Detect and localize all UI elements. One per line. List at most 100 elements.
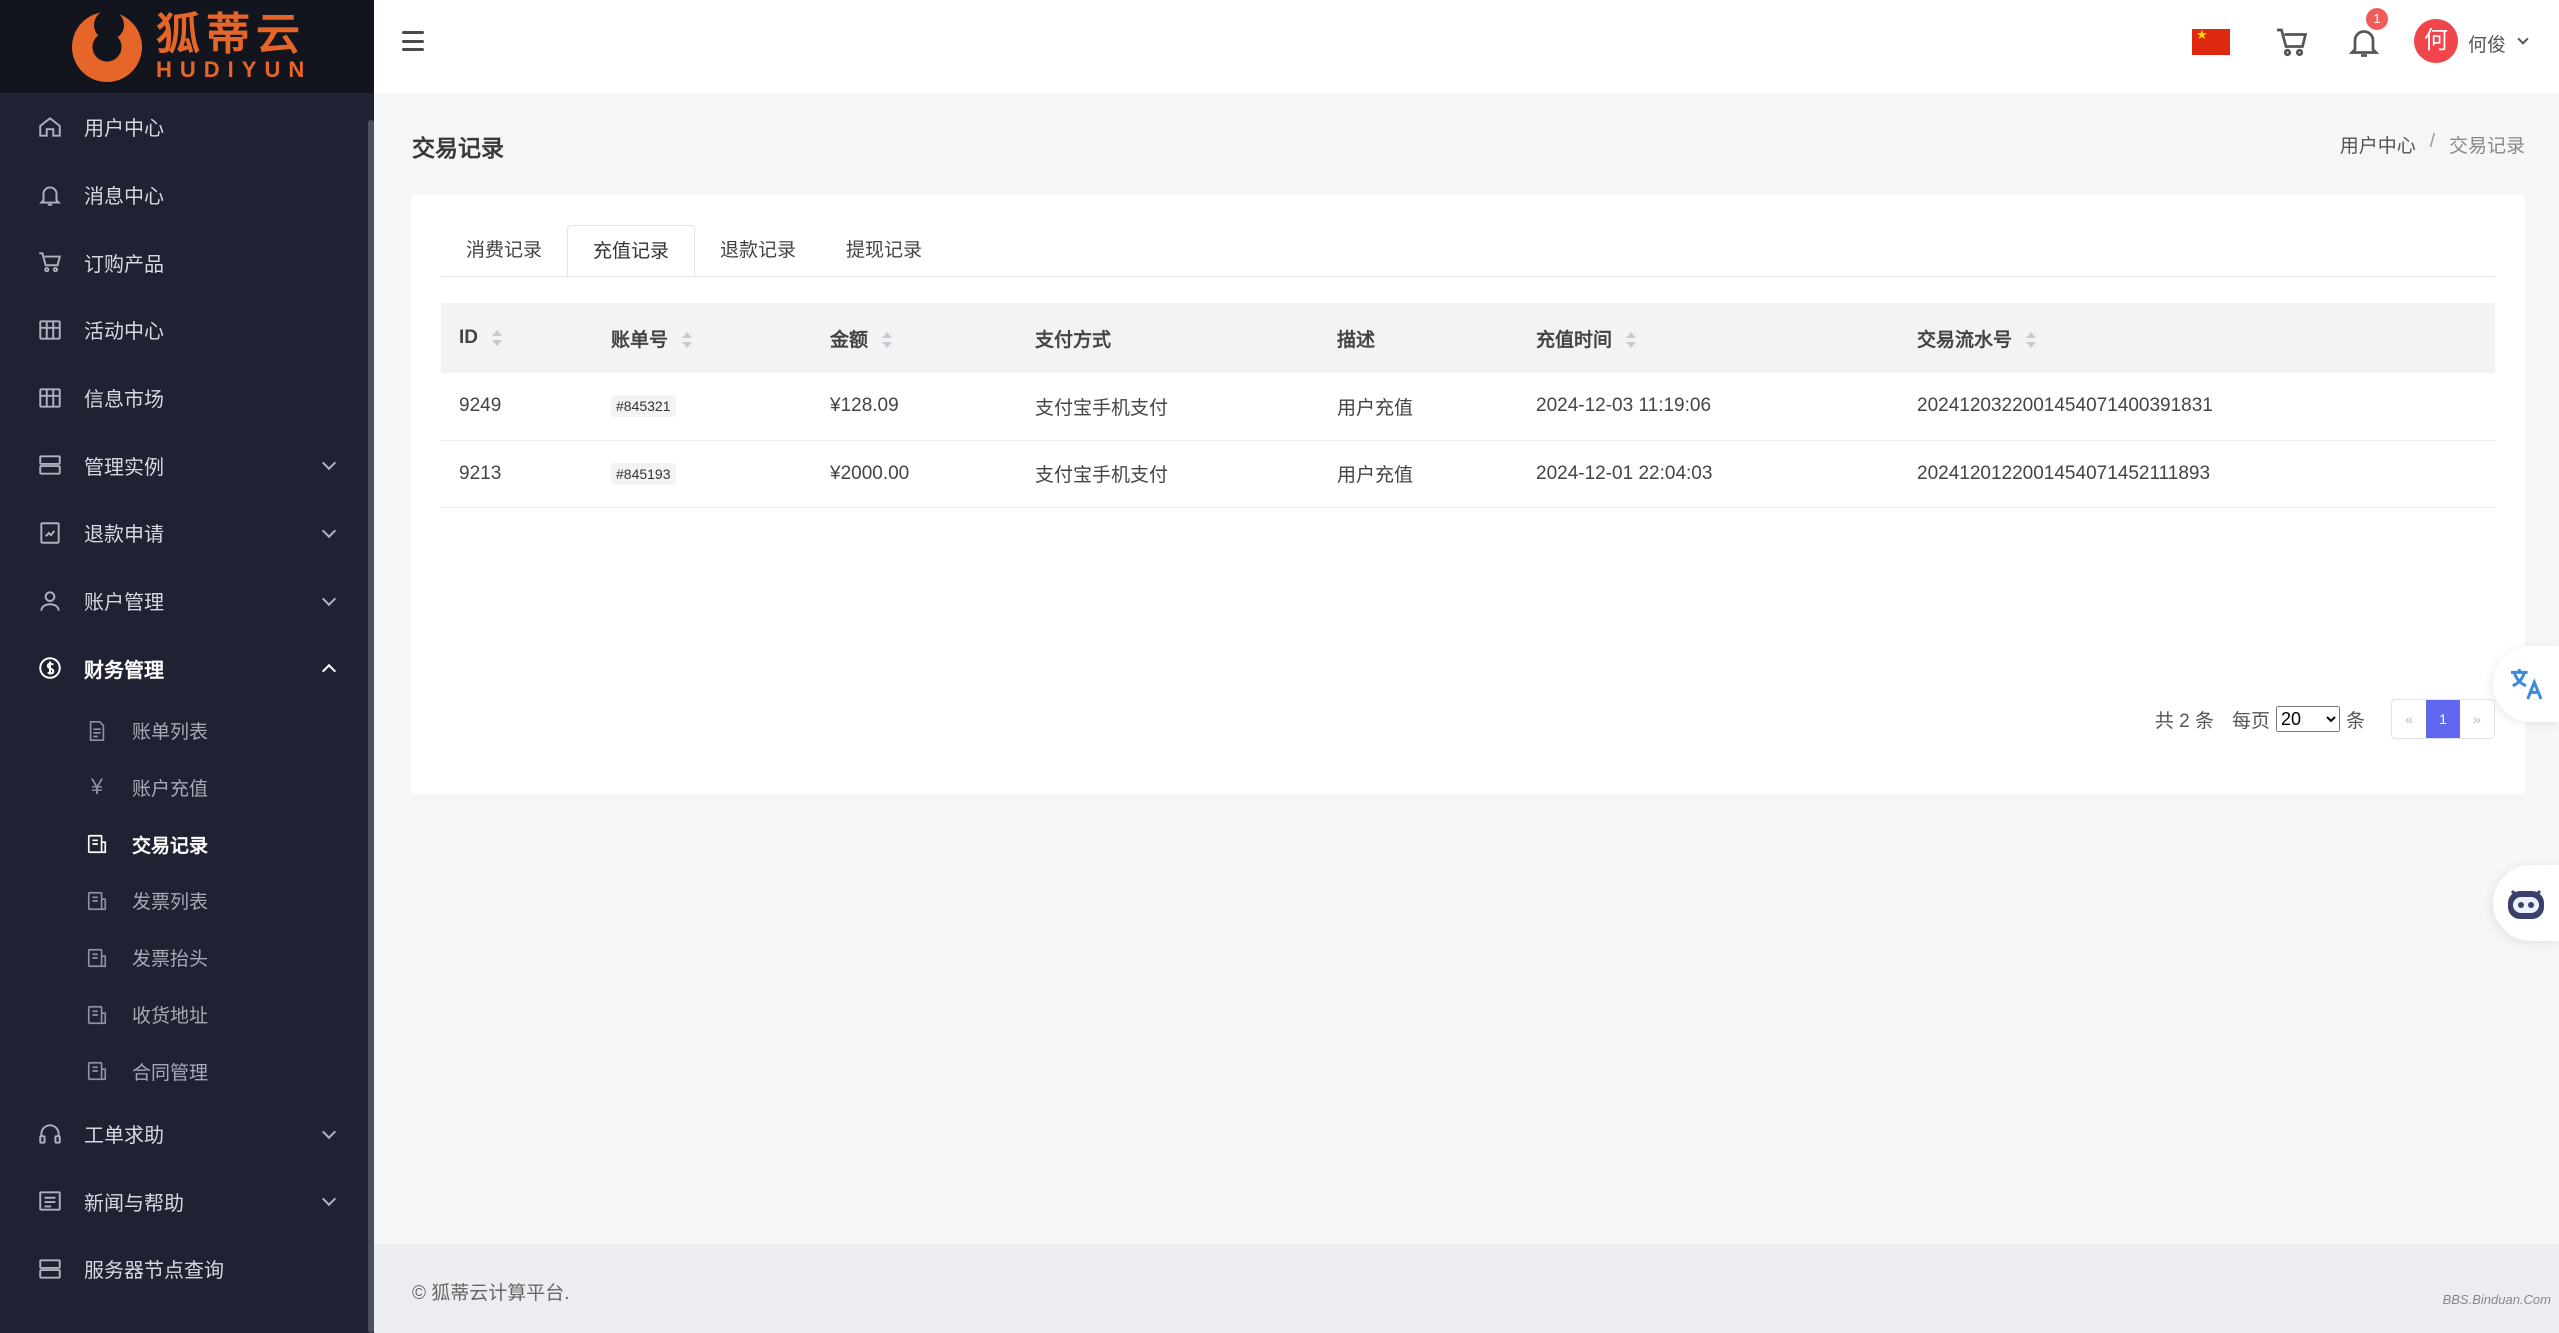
sidebar-subitem-transactions[interactable]: 交易记录 [0,816,374,873]
sort-icon[interactable] [2026,332,2037,349]
server-icon [36,1255,64,1283]
fox-logo-icon [72,9,142,82]
cart-icon [36,248,64,276]
table-header-row: ID 账单号 金额 支付方式 描述 充值时间 交易流水号 [441,303,2495,373]
chatbot-button[interactable] [2493,865,2559,941]
sidebar-item-label: 消息中心 [84,186,164,209]
per-page-label: 每页 [2231,710,2270,732]
sidebar-subitem-label: 账户充值 [132,778,209,800]
avatar[interactable]: 何 [2414,19,2458,63]
tab-withdraw[interactable]: 提现记录 [821,225,947,277]
sidebar-subitem-label: 账单列表 [132,722,209,744]
sidebar-subitem-contracts[interactable]: 合同管理 [0,1043,374,1100]
cell-time: 2024-12-01 22:04:03 [1536,462,1713,484]
sidebar-menu-bottom: 工单求助 新闻与帮助 服务器节点查询 [0,1100,374,1303]
sidebar-subitem-bills[interactable]: 账单列表 [0,702,374,759]
sidebar-subitem-invoice-title[interactable]: 发票抬头 [0,929,374,986]
menu-toggle-icon[interactable] [402,31,424,51]
pagination: 共 2 条 每页 20 条 « 1 » [2155,699,2495,739]
sort-icon[interactable] [882,332,893,349]
sidebar-item-label: 工单求助 [84,1125,164,1148]
sidebar-subitem-label: 合同管理 [132,1062,209,1084]
robot-icon [2508,889,2544,919]
sidebar-item-finance[interactable]: 财务管理 [0,635,374,703]
refund-icon [36,519,64,547]
translate-button[interactable] [2493,646,2559,722]
chevron-down-icon [321,523,337,539]
column-header-amount[interactable]: 金额 [812,303,1017,373]
sidebar-item-tickets[interactable]: 工单求助 [0,1100,374,1168]
sidebar-item-nodes[interactable]: 服务器节点查询 [0,1235,374,1303]
page-title: 交易记录 [412,135,504,161]
sidebar-item-instances[interactable]: 管理实例 [0,431,374,499]
tab-refund[interactable]: 退款记录 [695,225,821,277]
headset-icon [36,1120,64,1148]
tab-consumption[interactable]: 消费记录 [441,225,567,277]
sidebar-subitem-label: 收货地址 [132,1006,209,1028]
user-name[interactable]: 何俊 [2468,30,2506,57]
file-icon [84,718,110,744]
sidebar-item-label: 服务器节点查询 [84,1260,224,1283]
sidebar-item-refund[interactable]: 退款申请 [0,499,374,567]
bell-icon [36,181,64,209]
column-header-id[interactable]: ID [441,303,593,373]
watermark-text: BBS.Binduan.Com [2442,1292,2551,1307]
sort-icon[interactable] [492,329,502,346]
page-button-current[interactable]: 1 [2426,700,2460,738]
server-icon [36,451,64,479]
sidebar-item-order[interactable]: 订购产品 [0,228,374,296]
chevron-down-icon [321,1124,337,1139]
sidebar-subitem-label: 交易记录 [132,835,209,857]
bill-number-link[interactable]: #845321 [611,395,676,418]
cell-serial: 2024120122001454071452111893 [1917,462,2211,484]
page-buttons: « 1 » [2391,699,2495,739]
sidebar-item-market[interactable]: 信息市场 [0,364,374,432]
sidebar-item-label: 活动中心 [84,321,164,344]
sidebar-item-account[interactable]: 账户管理 [0,567,374,635]
breadcrumb-link[interactable]: 用户中心 [2340,131,2416,158]
chevron-down-icon [321,456,337,471]
sort-icon[interactable] [682,332,693,349]
invoice-icon [84,888,110,914]
breadcrumb: 用户中心 / 交易记录 [2340,131,2525,158]
transactions-card: 消费记录 充值记录 退款记录 提现记录 ID 账单号 金额 支付方式 描述 充值… [411,195,2525,794]
cell-desc: 用户充值 [1337,397,1414,419]
sidebar-subitem-address[interactable]: 收货地址 [0,986,374,1043]
bill-number-link[interactable]: #845193 [611,462,676,485]
transactions-table: ID 账单号 金额 支付方式 描述 充值时间 交易流水号 9249 #84532… [441,303,2495,508]
sidebar-subitem-label: 发票抬头 [132,949,209,971]
sidebar-item-user-center[interactable]: 用户中心 [0,93,374,161]
pagination-total: 共 2 条 [2154,710,2214,732]
sidebar-item-messages[interactable]: 消息中心 [0,161,374,229]
column-header-time[interactable]: 充值时间 [1518,303,1899,373]
prev-page-button[interactable]: « [2392,700,2426,738]
cell-method: 支付宝手机支付 [1035,397,1169,419]
top-header: 1 何 何俊 [374,0,2559,93]
tab-recharge[interactable]: 充值记录 [567,225,696,278]
column-header-desc: 描述 [1337,329,1376,351]
chevron-down-icon [321,1192,337,1207]
finance-submenu: 账单列表 ¥ 账户充值 交易记录 发票列表 发票抬头 收货地址 合同管理 [0,702,374,1100]
next-page-button[interactable]: » [2460,700,2494,738]
per-page-select[interactable]: 20 [2275,706,2340,732]
cell-serial: 2024120322001454071400391831 [1917,395,2213,417]
china-flag-icon[interactable] [2192,27,2230,55]
sidebar-item-label: 财务管理 [84,659,164,682]
sidebar-item-label: 用户中心 [84,118,164,141]
cart-icon[interactable] [2274,24,2310,60]
copyright-text: © 狐蒂云计算平台. [412,1283,570,1304]
sidebar-subitem-recharge[interactable]: ¥ 账户充值 [0,759,374,816]
sidebar-item-news[interactable]: 新闻与帮助 [0,1167,374,1235]
chevron-down-icon [321,591,337,606]
sidebar-subitem-invoices[interactable]: 发票列表 [0,873,374,930]
cell-id: 9249 [459,395,502,417]
sort-icon[interactable] [1626,332,1637,349]
cell-desc: 用户充值 [1337,465,1414,486]
cell-time: 2024-12-03 11:19:06 [1536,395,1712,417]
column-header-bill[interactable]: 账单号 [593,303,812,373]
sidebar-item-activity[interactable]: 活动中心 [0,296,374,364]
notification-badge: 1 [2366,8,2388,30]
brand-logo[interactable]: 狐蒂云 HUDIYUN [0,0,374,93]
chevron-down-icon[interactable] [2517,33,2529,45]
column-header-serial[interactable]: 交易流水号 [1899,303,2495,373]
